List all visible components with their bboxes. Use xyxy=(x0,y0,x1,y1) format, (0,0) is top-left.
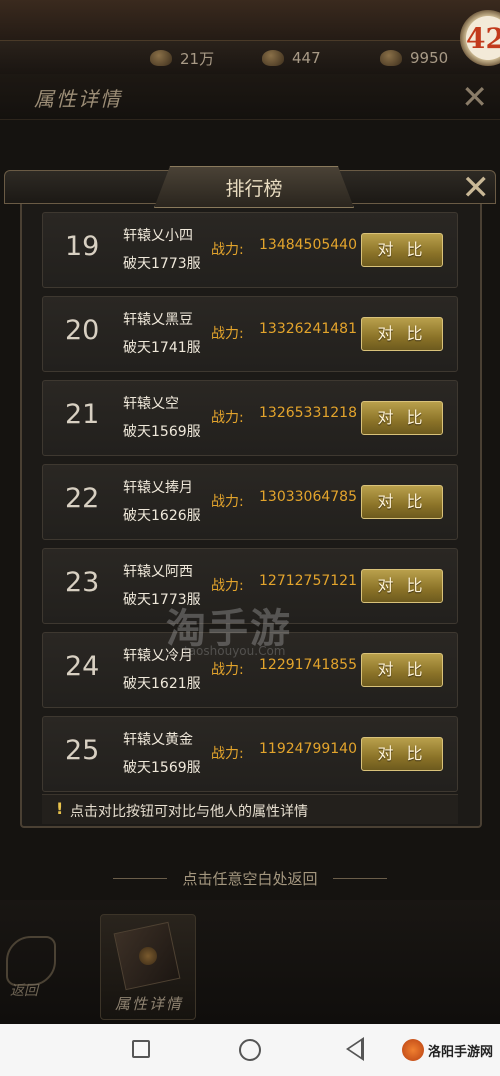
player-server: 破天1621服 xyxy=(123,676,201,692)
hint-divider-right xyxy=(332,878,387,879)
gold-ingot-icon xyxy=(262,50,284,66)
level-value: 42 xyxy=(466,21,500,55)
recent-apps-icon[interactable] xyxy=(132,1040,150,1058)
exclamation-icon: ! xyxy=(56,799,64,818)
ranking-row: 23 轩辕乂阿西 破天1773服 战力: 12712757121 对 比 xyxy=(42,548,458,624)
site-badge: 洛阳手游网 xyxy=(402,1034,493,1066)
back-tab-label: 返回 xyxy=(10,983,38,999)
seal-icon xyxy=(139,947,157,965)
close-hint-text: 点击任意空白处返回 xyxy=(182,870,318,888)
compare-tip: ! 点击对比按钮可对比与他人的属性详情 xyxy=(42,794,458,824)
currency-yuanbao-value: 9950 xyxy=(410,49,449,67)
home-icon[interactable] xyxy=(239,1039,261,1061)
power-label: 战力: xyxy=(211,242,244,258)
player-name: 轩辕乂空 xyxy=(123,396,179,412)
rank-number: 21 xyxy=(65,399,100,430)
rank-number: 24 xyxy=(65,651,100,682)
power-label: 战力: xyxy=(211,578,244,594)
ranking-row: 19 轩辕乂小四 破天1773服 战力: 13484505440 对 比 xyxy=(42,212,458,288)
power-label: 战力: xyxy=(211,494,244,510)
power-label: 战力: xyxy=(211,662,244,678)
player-server: 破天1773服 xyxy=(123,256,201,272)
player-name: 轩辕乂捧月 xyxy=(123,480,193,496)
player-name: 轩辕乂黑豆 xyxy=(123,312,193,328)
currency-silver-value: 21万 xyxy=(180,49,215,68)
ranking-row: 25 轩辕乂黄金 破天1569服 战力: 11924799140 对 比 xyxy=(42,716,458,792)
player-server: 破天1773服 xyxy=(123,592,201,608)
power-value: 13326241481 xyxy=(259,321,357,337)
currency-yuanbao: 9950 xyxy=(380,46,448,70)
player-server: 破天1569服 xyxy=(123,424,201,440)
system-nav-bar: 洛阳手游网 xyxy=(0,1024,500,1076)
player-server: 破天1626服 xyxy=(123,508,201,524)
power-value: 13484505440 xyxy=(259,237,357,253)
compare-button[interactable]: 对 比 xyxy=(361,737,443,771)
ranking-row: 20 轩辕乂黑豆 破天1741服 战力: 13326241481 对 比 xyxy=(42,296,458,372)
section-title: 属性详情 xyxy=(34,87,122,111)
attribute-detail-tab[interactable]: 属性详情 xyxy=(100,914,196,1020)
rank-number: 19 xyxy=(65,231,100,262)
compare-button[interactable]: 对 比 xyxy=(361,317,443,351)
ranking-panel-header: 排行榜 ✕ xyxy=(4,166,496,208)
power-label: 战力: xyxy=(211,410,244,426)
power-value: 12291741855 xyxy=(259,657,357,673)
back-tab[interactable]: 返回 xyxy=(6,936,68,1016)
rank-number: 22 xyxy=(65,483,100,514)
ranking-row: 22 轩辕乂捧月 破天1626服 战力: 13033064785 对 比 xyxy=(42,464,458,540)
rank-number: 23 xyxy=(65,567,100,598)
power-value: 13265331218 xyxy=(259,405,357,421)
compare-button[interactable]: 对 比 xyxy=(361,569,443,603)
player-name: 轩辕乂阿西 xyxy=(123,564,193,580)
site-logo-icon xyxy=(402,1039,424,1061)
currency-gold-value: 447 xyxy=(292,49,321,67)
hint-divider-left xyxy=(113,878,168,879)
player-name: 轩辕乂小四 xyxy=(123,228,193,244)
player-name: 轩辕乂冷月 xyxy=(123,648,193,664)
power-label: 战力: xyxy=(211,746,244,762)
power-label: 战力: xyxy=(211,326,244,342)
attribute-detail-header: 属性详情 ✕ xyxy=(0,74,500,120)
player-name: 轩辕乂黄金 xyxy=(123,732,193,748)
power-value: 12712757121 xyxy=(259,573,357,589)
compare-button[interactable]: 对 比 xyxy=(361,653,443,687)
back-logo-icon xyxy=(6,936,56,986)
panel-title: 排行榜 xyxy=(225,178,283,200)
compare-button[interactable]: 对 比 xyxy=(361,233,443,267)
currency-gold: 447 xyxy=(262,46,321,70)
top-resource-bar: 21万 447 9950 42 xyxy=(0,0,500,74)
compare-button[interactable]: 对 比 xyxy=(361,401,443,435)
attribute-tab-label: 属性详情 xyxy=(114,995,183,1013)
power-value: 13033064785 xyxy=(259,489,357,505)
currency-silver: 21万 xyxy=(150,46,214,70)
bottom-tab-bar: 返回 属性详情 xyxy=(0,900,500,1024)
player-server: 破天1741服 xyxy=(123,340,201,356)
rank-number: 20 xyxy=(65,315,100,346)
compare-button[interactable]: 对 比 xyxy=(361,485,443,519)
ranking-row: 21 轩辕乂空 破天1569服 战力: 13265331218 对 比 xyxy=(42,380,458,456)
player-server: 破天1569服 xyxy=(123,760,201,776)
site-badge-text: 洛阳手游网 xyxy=(428,1044,494,1060)
compare-tip-text: 点击对比按钮可对比与他人的属性详情 xyxy=(70,804,308,820)
silver-ingot-icon xyxy=(150,50,172,66)
section-close-icon[interactable]: ✕ xyxy=(461,78,488,116)
ranking-row: 24 轩辕乂冷月 破天1621服 战力: 12291741855 对 比 xyxy=(42,632,458,708)
rank-number: 25 xyxy=(65,735,100,766)
back-triangle-icon[interactable] xyxy=(346,1037,364,1061)
panel-close-icon[interactable]: ✕ xyxy=(462,168,491,208)
power-value: 11924799140 xyxy=(259,741,357,757)
close-hint: 点击任意空白处返回 xyxy=(0,868,500,889)
yuanbao-icon xyxy=(380,50,402,66)
